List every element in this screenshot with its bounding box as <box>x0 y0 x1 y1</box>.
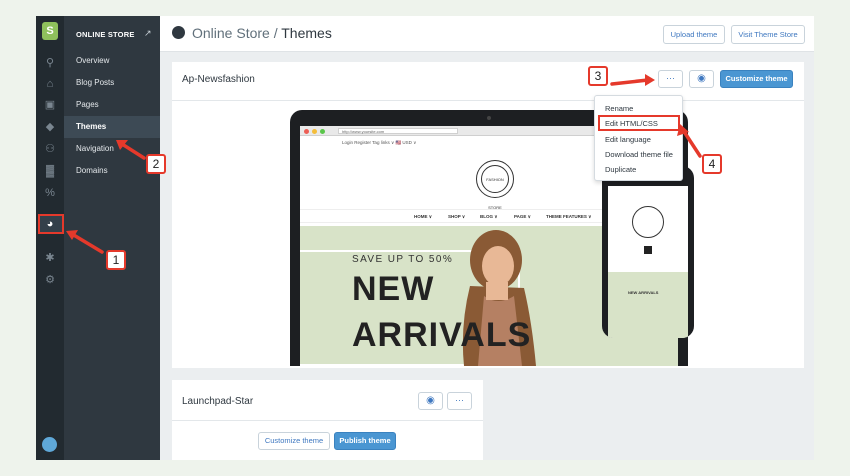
arrow-4 <box>681 128 702 158</box>
callout-4: 4 <box>702 154 722 174</box>
arrow-1 <box>70 232 104 254</box>
callout-1: 1 <box>106 250 126 270</box>
callout-3: 3 <box>588 66 608 86</box>
arrowhead-3 <box>645 74 655 86</box>
annotation-arrows <box>66 74 702 254</box>
callout-2: 2 <box>146 154 166 174</box>
arrow-2 <box>120 142 146 160</box>
arrow-3 <box>610 78 650 86</box>
